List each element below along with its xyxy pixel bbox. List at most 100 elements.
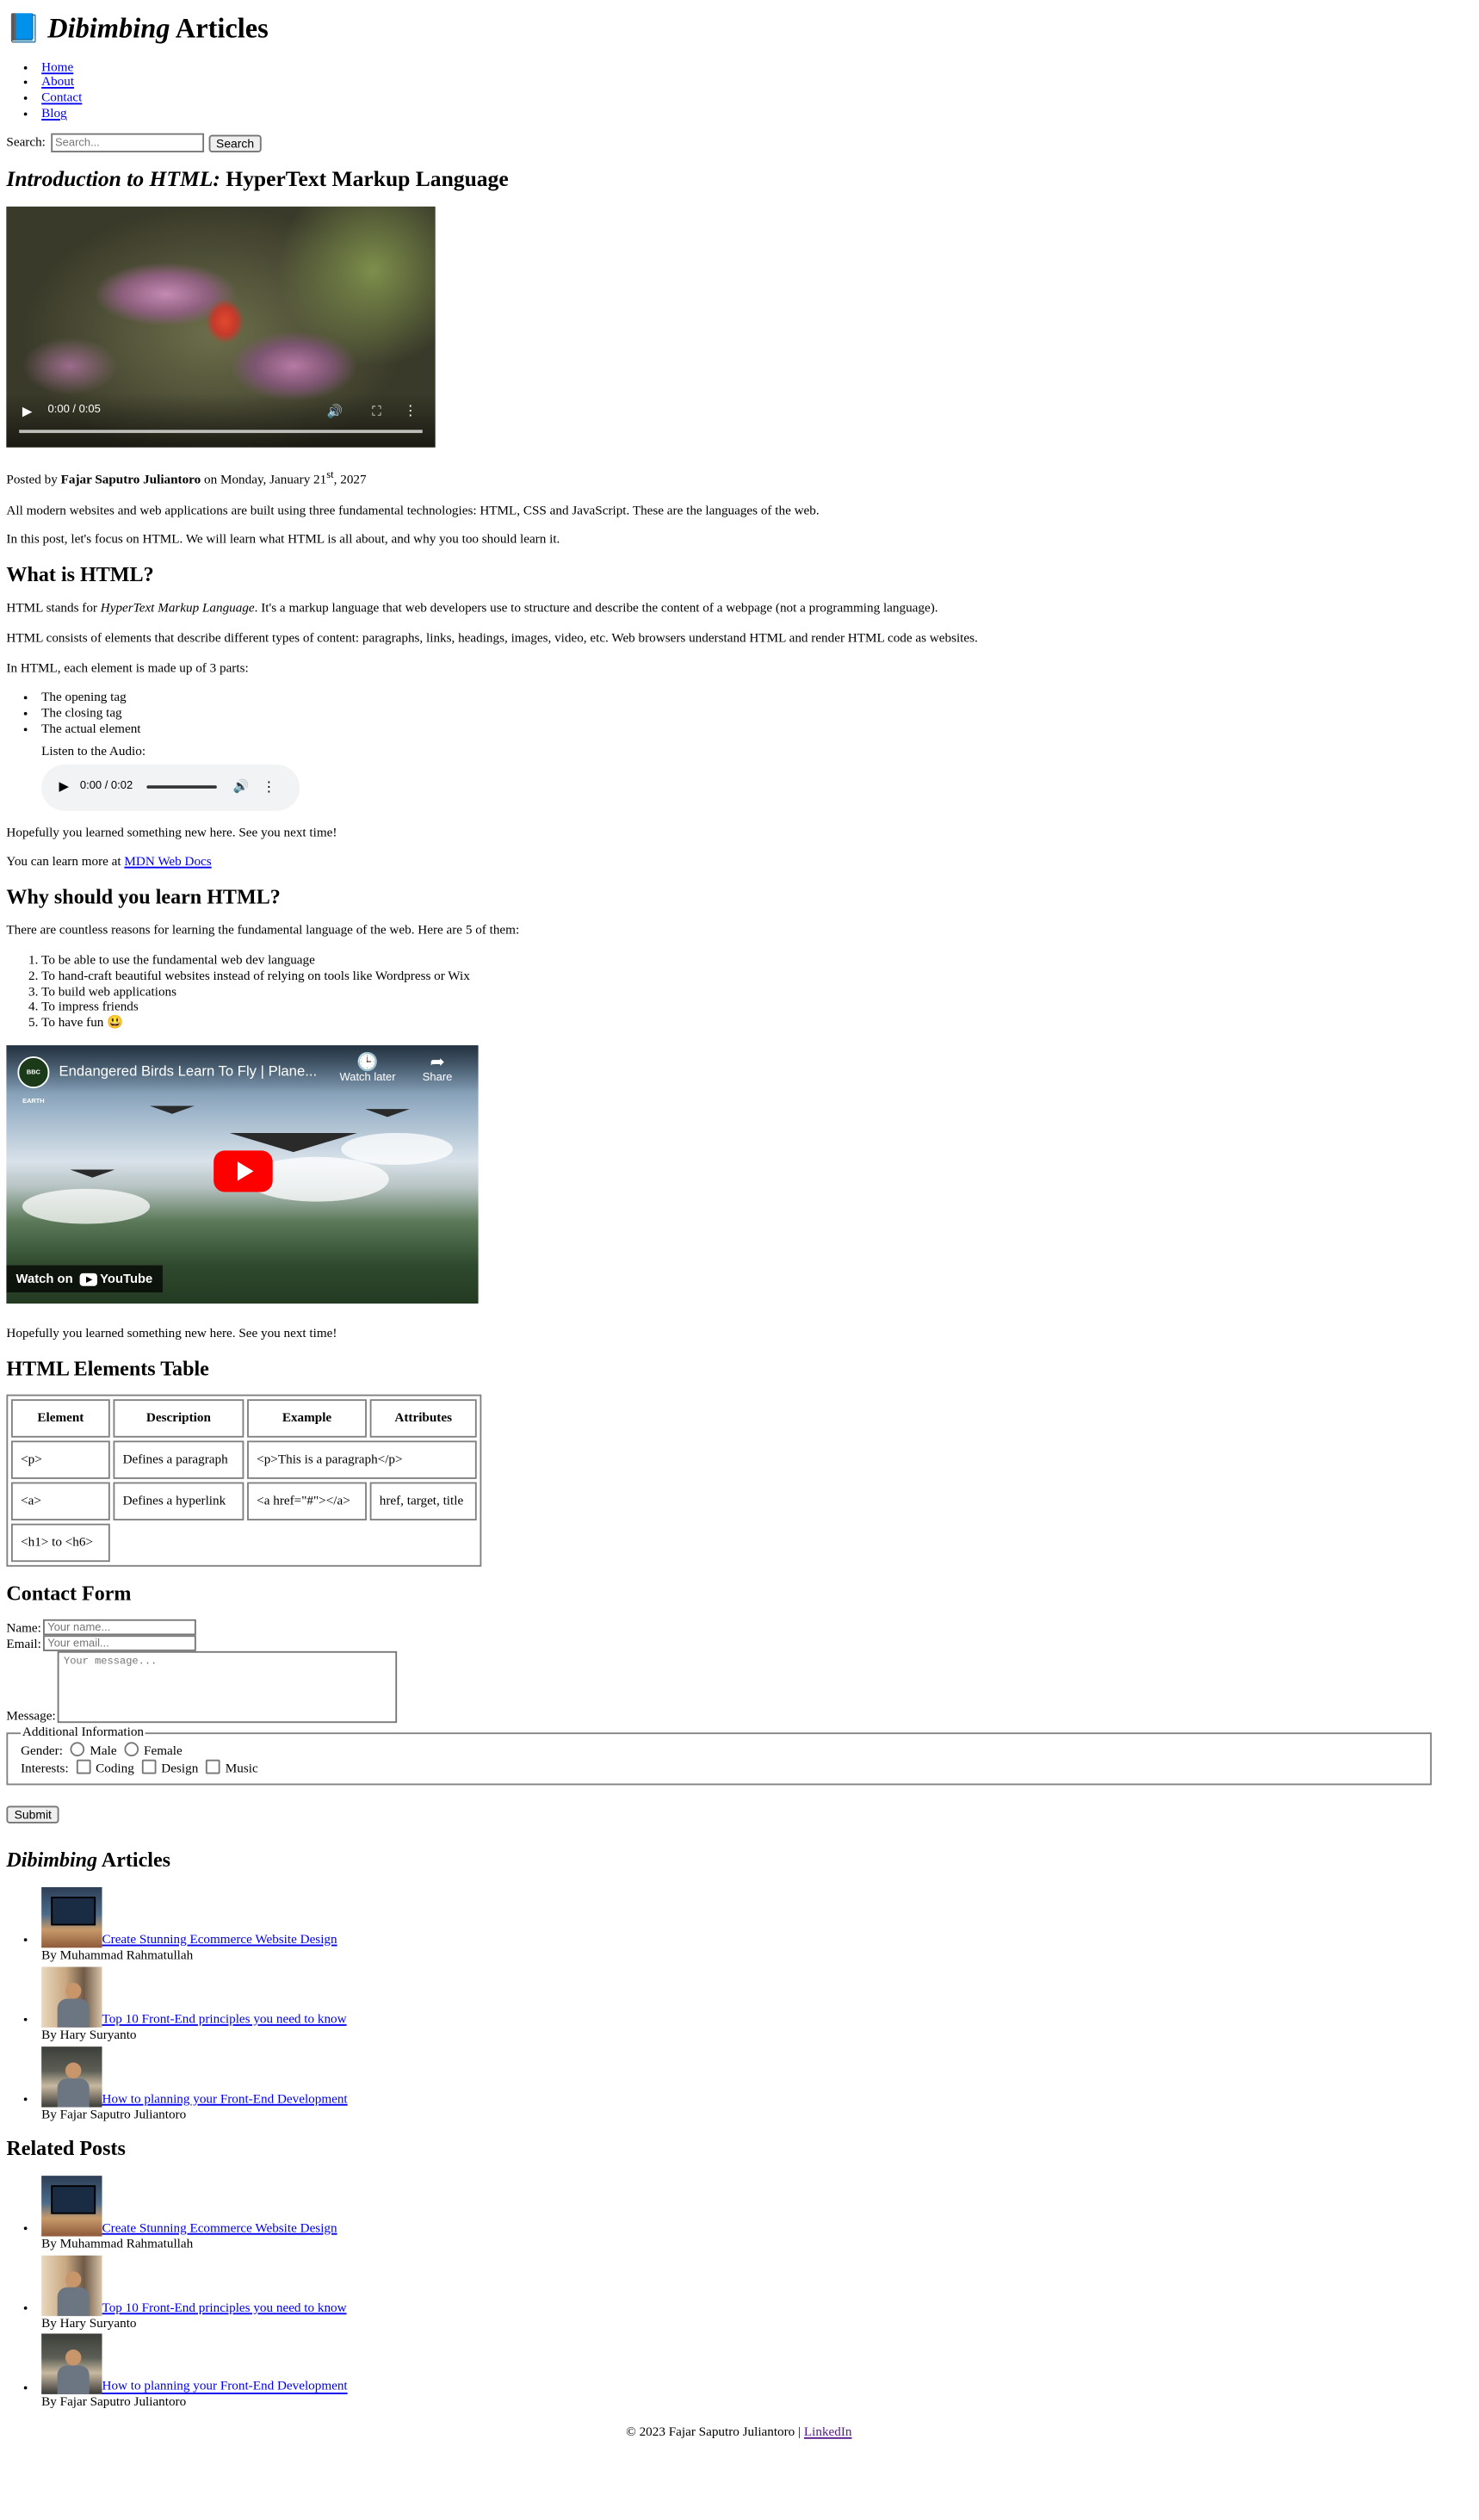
related-link[interactable]: Create Stunning Ecommerce Website Design bbox=[102, 2220, 337, 2235]
search-button[interactable]: Search bbox=[207, 133, 263, 152]
related-link[interactable]: How to planning your Front-End Developme… bbox=[102, 2379, 348, 2393]
watch-later-button[interactable]: 🕒 Watch later bbox=[339, 1054, 395, 1087]
article-card: Create Stunning Ecommerce Website Design… bbox=[41, 1886, 1471, 1964]
article-thumbnail[interactable] bbox=[41, 1886, 102, 1947]
column-header: Element bbox=[10, 1399, 110, 1438]
youtube-video-title[interactable]: Endangered Birds Learn To Fly | Plane... bbox=[59, 1063, 318, 1080]
article-link[interactable]: How to planning your Front-End Developme… bbox=[102, 2090, 348, 2105]
related-card: How to planning your Front-End Developme… bbox=[41, 2334, 1471, 2411]
site-title-em: Dibimbing bbox=[47, 12, 170, 45]
table-row: <p> Defines a paragraph <p>This is a par… bbox=[10, 1440, 477, 1480]
search-input[interactable] bbox=[50, 133, 204, 153]
list-item: To build web applications bbox=[41, 984, 1471, 1000]
linkedin-link[interactable]: LinkedIn bbox=[804, 2424, 852, 2439]
list-item: To be able to use the fundamental web de… bbox=[41, 953, 1471, 969]
youtube-top-bar: BBC EARTH Endangered Birds Learn To Fly … bbox=[6, 1045, 479, 1105]
share-button[interactable]: ➦ Share bbox=[423, 1054, 453, 1087]
column-header: Attributes bbox=[369, 1399, 477, 1438]
submit-button[interactable]: Submit bbox=[6, 1806, 60, 1824]
mdn-link[interactable]: MDN Web Docs bbox=[124, 854, 211, 869]
article-link[interactable]: Create Stunning Ecommerce Website Design bbox=[102, 1932, 337, 1947]
interest-checkbox-coding[interactable] bbox=[76, 1759, 91, 1774]
what-paragraph-3: In HTML, each element is made up of 3 pa… bbox=[6, 660, 249, 675]
interest-checkbox-design[interactable] bbox=[142, 1759, 157, 1774]
nav-link-about[interactable]: About bbox=[41, 75, 74, 90]
table-cell: <p>This is a paragraph</p> bbox=[247, 1440, 477, 1480]
gender-radio-male[interactable] bbox=[71, 1742, 85, 1757]
volume-icon[interactable]: 🔊 bbox=[327, 404, 343, 418]
post-meta-prefix: Posted by bbox=[6, 473, 61, 487]
gender-row: Gender: Male Female bbox=[21, 1742, 1417, 1760]
article-thumbnail[interactable] bbox=[41, 2046, 102, 2107]
hope-paragraph-1: Hopefully you learned something new here… bbox=[6, 824, 337, 839]
footer-copyright: © 2023 Fajar Saputro Juliantoro | bbox=[626, 2424, 804, 2440]
contact-heading: Contact Form bbox=[6, 1581, 132, 1606]
interest-option-label: Music bbox=[225, 1761, 258, 1775]
article-link[interactable]: Top 10 Front-End principles you need to … bbox=[102, 2011, 347, 2026]
gender-radio-female[interactable] bbox=[124, 1742, 139, 1757]
related-link[interactable]: Top 10 Front-End principles you need to … bbox=[102, 2300, 347, 2314]
book-icon: 📘 bbox=[6, 12, 41, 45]
site-title-rest: Articles bbox=[170, 12, 269, 45]
article-card: How to planning your Front-End Developme… bbox=[41, 2046, 1471, 2122]
what-paragraph-2: HTML consists of elements that describe … bbox=[6, 630, 978, 646]
related-thumbnail[interactable] bbox=[41, 2175, 102, 2236]
article-card: Top 10 Front-End principles you need to … bbox=[41, 1966, 1471, 2043]
channel-avatar[interactable]: BBC EARTH bbox=[17, 1056, 50, 1105]
video-controls: ▶ 0:00 / 0:05 🔊 ⛶ ⋮ bbox=[6, 393, 436, 449]
list-item: The opening tag bbox=[41, 690, 1471, 706]
learn-more-prefix: You can learn more at bbox=[6, 854, 125, 869]
volume-icon[interactable]: 🔊 bbox=[233, 779, 249, 794]
clock-icon: 🕒 bbox=[356, 1053, 379, 1073]
youtube-play-button[interactable] bbox=[213, 1150, 273, 1192]
what-p1-em: HyperText Markup Language bbox=[100, 601, 255, 616]
article-author: By Muhammad Rahmatullah bbox=[41, 1947, 194, 1962]
play-icon[interactable]: ▶ bbox=[59, 779, 69, 794]
youtube-embed[interactable]: BBC EARTH Endangered Birds Learn To Fly … bbox=[6, 1045, 479, 1304]
gender-option-label: Male bbox=[90, 1743, 117, 1759]
audio-label: Listen to the Audio: bbox=[41, 743, 146, 758]
what-p1-prefix: HTML stands for bbox=[6, 601, 101, 616]
more-options-icon[interactable]: ⋮ bbox=[404, 402, 418, 419]
gender-label: Gender: bbox=[21, 1743, 63, 1759]
article-thumbnail[interactable] bbox=[41, 1966, 102, 2028]
nav-link-blog[interactable]: Blog bbox=[41, 107, 67, 121]
list-item: The actual element bbox=[41, 721, 1471, 737]
watch-on-youtube-button[interactable]: Watch on YouTube bbox=[6, 1265, 163, 1293]
article-title: Introduction to HTML: HyperText Markup L… bbox=[6, 167, 1471, 193]
nav-link-home[interactable]: Home bbox=[41, 59, 73, 74]
related-thumbnail[interactable] bbox=[41, 2254, 102, 2316]
message-label: Message: bbox=[6, 1708, 56, 1723]
fullscreen-icon[interactable]: ⛶ bbox=[372, 404, 381, 418]
interest-option-label: Design bbox=[161, 1761, 199, 1775]
related-card: Create Stunning Ecommerce Website Design… bbox=[41, 2175, 1471, 2252]
nav-item-about: About bbox=[41, 75, 1471, 90]
play-icon[interactable]: ▶ bbox=[22, 404, 32, 418]
list-item: To impress friends bbox=[41, 1000, 1471, 1015]
related-thumbnail[interactable] bbox=[41, 2334, 102, 2395]
video-time: 0:00 / 0:05 bbox=[47, 404, 101, 416]
video-progress-track[interactable] bbox=[19, 430, 423, 434]
article-author: By Hary Suryanto bbox=[41, 2027, 137, 2041]
message-textarea[interactable] bbox=[57, 1651, 398, 1724]
search-label: Search: bbox=[6, 134, 46, 150]
hope-paragraph-2: Hopefully you learned something new here… bbox=[6, 1326, 337, 1340]
name-input[interactable] bbox=[42, 1619, 196, 1637]
column-header: Example bbox=[247, 1399, 367, 1438]
nav-item-blog: Blog bbox=[41, 107, 1471, 122]
youtube-logo-icon: YouTube bbox=[79, 1272, 152, 1286]
message-row: Message: bbox=[6, 1651, 1471, 1724]
list-item: To hand-craft beautiful websites instead… bbox=[41, 969, 1471, 984]
reasons-list: To be able to use the fundamental web de… bbox=[6, 953, 1471, 1031]
audio-progress-track[interactable] bbox=[146, 785, 218, 789]
search-bar: Search: Search bbox=[6, 133, 1471, 153]
interest-checkbox-music[interactable] bbox=[206, 1759, 221, 1774]
related-author: By Muhammad Rahmatullah bbox=[41, 2235, 194, 2251]
post-author: Fajar Saputro Juliantoro bbox=[60, 473, 201, 487]
more-options-icon[interactable]: ⋮ bbox=[262, 778, 276, 796]
video-player[interactable]: ▶ 0:00 / 0:05 🔊 ⛶ ⋮ bbox=[6, 207, 436, 449]
related-heading: Related Posts bbox=[6, 2136, 126, 2161]
email-input[interactable] bbox=[42, 1636, 196, 1652]
nav-link-contact[interactable]: Contact bbox=[41, 90, 82, 105]
audio-player[interactable]: ▶ 0:00 / 0:02 🔊 ⋮ bbox=[41, 764, 300, 811]
